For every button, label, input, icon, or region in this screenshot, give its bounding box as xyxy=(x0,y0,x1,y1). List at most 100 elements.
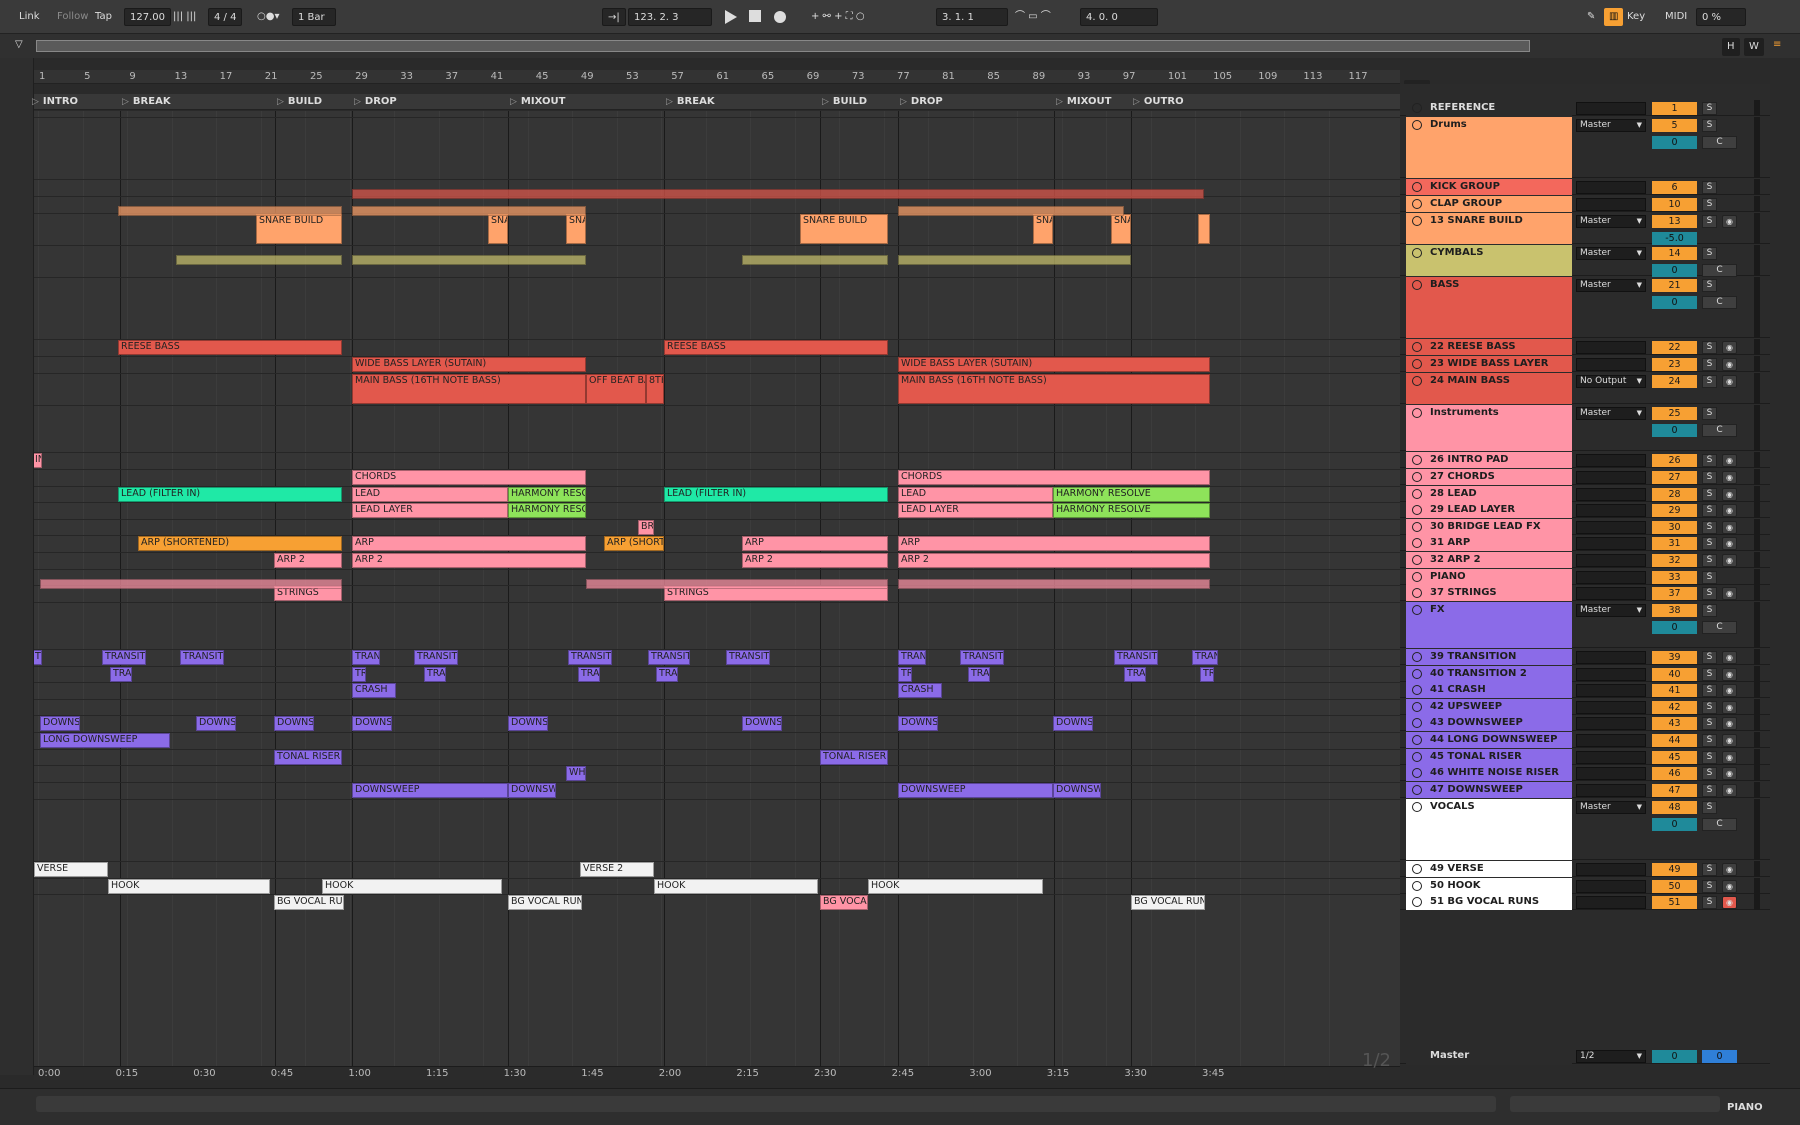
track-fold-icon[interactable] xyxy=(1412,752,1422,762)
track-fold-icon[interactable] xyxy=(1412,455,1422,465)
volume-field[interactable]: -5.0 xyxy=(1652,232,1697,245)
loop-start-field[interactable]: 3. 1. 1 xyxy=(936,8,1008,26)
track-name[interactable]: 26 INTRO PAD xyxy=(1406,452,1572,468)
volume-field[interactable]: 0 xyxy=(1652,424,1697,437)
clip[interactable]: BG VOCAL xyxy=(820,895,868,910)
track-fold-icon[interactable] xyxy=(1412,702,1422,712)
solo-button[interactable]: S xyxy=(1702,119,1717,132)
clip[interactable]: SNARE BUILD xyxy=(256,214,342,244)
midi-region[interactable] xyxy=(40,579,342,589)
output-selector[interactable]: Master xyxy=(1576,407,1646,420)
track-header[interactable]: 49 VERSE 49 S ◉ xyxy=(1400,861,1770,877)
output-selector[interactable] xyxy=(1576,521,1646,534)
output-selector[interactable]: Master xyxy=(1576,119,1646,132)
clip[interactable]: DOWNSW xyxy=(1053,716,1093,731)
track-header[interactable]: 41 CRASH 41 S ◉ xyxy=(1400,682,1770,698)
track-header[interactable]: 40 TRANSITION 2 40 S ◉ xyxy=(1400,666,1770,682)
clip[interactable]: ARP 2 xyxy=(274,553,342,568)
track-fold-icon[interactable] xyxy=(1412,216,1422,226)
clip[interactable]: 8TH xyxy=(646,374,664,404)
keyboard-icon[interactable]: ▥ xyxy=(1604,8,1624,26)
arm-button[interactable]: ◉ xyxy=(1722,701,1737,714)
output-selector[interactable] xyxy=(1576,554,1646,567)
track-header[interactable]: 37 STRINGS 37 S ◉ xyxy=(1400,585,1770,601)
filter-icon[interactable]: ▽ xyxy=(10,36,28,54)
track-header[interactable]: FX Master 38 S0C xyxy=(1400,602,1770,648)
clip[interactable]: TRA xyxy=(110,667,132,682)
track-header[interactable]: 43 DOWNSWEEP 43 S ◉ xyxy=(1400,715,1770,731)
horizontal-scrollbar[interactable] xyxy=(36,1096,1496,1112)
clip[interactable]: TR xyxy=(898,667,912,682)
output-selector[interactable] xyxy=(1576,767,1646,780)
clip[interactable]: IN xyxy=(34,453,42,468)
track-number[interactable]: 37 xyxy=(1652,587,1697,600)
arm-button[interactable]: ◉ xyxy=(1722,215,1737,228)
clip[interactable]: TONAL RISER xyxy=(274,750,342,765)
track-name[interactable]: 39 TRANSITION xyxy=(1406,649,1572,665)
output-selector[interactable]: Master xyxy=(1576,801,1646,814)
clip[interactable]: BR xyxy=(638,520,654,535)
track-header[interactable]: 28 LEAD 28 S ◉ xyxy=(1400,486,1770,502)
clip[interactable]: ARP 2 xyxy=(898,553,1210,568)
track-name[interactable]: 13 SNARE BUILD xyxy=(1406,213,1572,244)
track-number[interactable]: 25 xyxy=(1652,407,1697,420)
clip[interactable]: MAIN BASS (16TH NOTE BASS) xyxy=(898,374,1210,404)
center-pan-button[interactable]: C xyxy=(1702,296,1737,309)
track-name[interactable]: Drums xyxy=(1406,117,1572,178)
track-fold-icon[interactable] xyxy=(1412,505,1422,515)
clip[interactable]: LEAD LAYER xyxy=(898,503,1053,518)
time-signature-field[interactable]: 4 / 4 xyxy=(208,8,243,26)
clip[interactable]: HOOK xyxy=(654,879,818,894)
track-header[interactable]: 27 CHORDS 27 S ◉ xyxy=(1400,469,1770,485)
piano-label[interactable]: PIANO xyxy=(1722,1099,1768,1117)
nudge-icon[interactable]: ||| ||| xyxy=(168,8,201,26)
track-name[interactable]: 49 VERSE xyxy=(1406,861,1572,877)
clip[interactable]: WIDE BASS LAYER (SUTAIN) xyxy=(898,357,1210,372)
track-header[interactable]: 22 REESE BASS 22 S ◉ xyxy=(1400,339,1770,355)
clip[interactable]: REESE BASS xyxy=(118,340,342,355)
clip[interactable]: DOWNSWE xyxy=(1053,783,1101,798)
song-position-field[interactable]: 123. 2. 3 xyxy=(628,8,712,26)
solo-button[interactable]: S xyxy=(1702,684,1717,697)
track-fold-icon[interactable] xyxy=(1412,685,1422,695)
arm-button[interactable]: ◉ xyxy=(1722,471,1737,484)
clip[interactable]: ARP (SHORTE xyxy=(604,536,664,551)
track-header[interactable]: 47 DOWNSWEEP 47 S ◉ xyxy=(1400,782,1770,798)
track-header[interactable]: PIANO 33 S xyxy=(1400,569,1770,585)
volume-field[interactable]: 0 xyxy=(1652,621,1697,634)
clip[interactable]: HOOK xyxy=(868,879,1043,894)
clip[interactable]: TRA xyxy=(1200,667,1214,682)
solo-button[interactable]: S xyxy=(1702,454,1717,467)
midi-region[interactable] xyxy=(898,579,1210,589)
solo-button[interactable]: S xyxy=(1702,504,1717,517)
clip[interactable]: HARMONY RESOLVE xyxy=(1053,487,1210,502)
master-volume[interactable]: 0 xyxy=(1652,1050,1697,1063)
clip[interactable]: TRA xyxy=(578,667,600,682)
track-name[interactable]: 29 LEAD LAYER xyxy=(1406,502,1572,518)
output-selector[interactable] xyxy=(1576,198,1646,211)
clip[interactable]: ARP xyxy=(352,536,586,551)
track-fold-icon[interactable] xyxy=(1412,182,1422,192)
clip[interactable]: BG VOCAL RUNS xyxy=(508,895,582,910)
track-name[interactable]: 46 WHITE NOISE RISER xyxy=(1406,765,1572,781)
clip[interactable]: DOWNSWEEP xyxy=(352,783,508,798)
track-fold-icon[interactable] xyxy=(1412,408,1422,418)
track-number[interactable]: 38 xyxy=(1652,604,1697,617)
track-name[interactable]: 44 LONG DOWNSWEEP xyxy=(1406,732,1572,748)
track-name[interactable]: 42 UPSWEEP xyxy=(1406,699,1572,715)
clip[interactable]: TONAL RISER xyxy=(820,750,888,765)
track-number[interactable]: 24 xyxy=(1652,375,1697,388)
volume-field[interactable]: 0 xyxy=(1652,818,1697,831)
solo-button[interactable]: S xyxy=(1702,717,1717,730)
output-selector[interactable] xyxy=(1576,863,1646,876)
center-pan-button[interactable]: C xyxy=(1702,136,1737,149)
loop-length-field[interactable]: 4. 0. 0 xyxy=(1080,8,1158,26)
overview-strip[interactable] xyxy=(36,40,1530,52)
track-name[interactable]: 40 TRANSITION 2 xyxy=(1406,666,1572,682)
track-number[interactable]: 31 xyxy=(1652,537,1697,550)
track-name[interactable]: 23 WIDE BASS LAYER xyxy=(1406,356,1572,372)
locator-bar[interactable]: INTRO BREAK BUILD DROP MIXOUT BREAK BUILD DROP M… xyxy=(34,94,1400,110)
record-icon[interactable] xyxy=(772,9,788,25)
track-number[interactable]: 41 xyxy=(1652,684,1697,697)
arm-button[interactable]: ◉ xyxy=(1722,668,1737,681)
